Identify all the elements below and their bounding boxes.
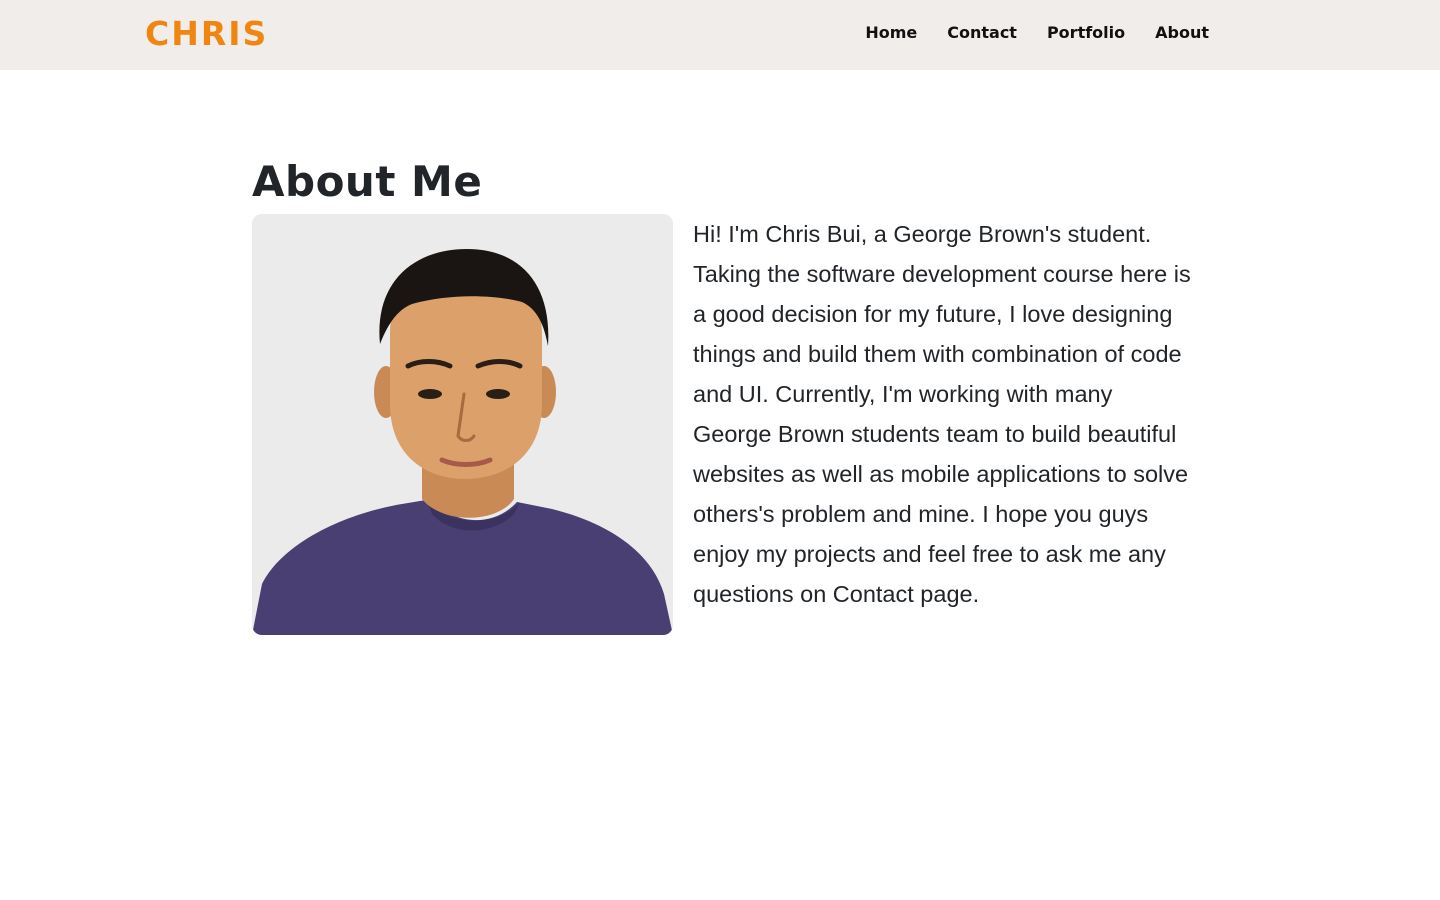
nav-link-portfolio[interactable]: Portfolio bbox=[1047, 20, 1125, 46]
bio-text: Hi! I'm Chris Bui, a George Brown's stud… bbox=[693, 221, 1191, 607]
nav-link-home[interactable]: Home bbox=[865, 20, 917, 46]
nav-menu: Home Contact Portfolio About bbox=[865, 20, 1209, 46]
nav-link-about[interactable]: About bbox=[1155, 20, 1209, 46]
portrait-photo bbox=[252, 214, 673, 635]
brand-logo[interactable]: CHRIS bbox=[145, 14, 268, 54]
profile-photo bbox=[252, 214, 673, 635]
navbar: CHRIS Home Contact Portfolio About bbox=[0, 0, 1440, 70]
nav-link-contact[interactable]: Contact bbox=[947, 20, 1017, 46]
page-title: About Me bbox=[252, 157, 483, 206]
